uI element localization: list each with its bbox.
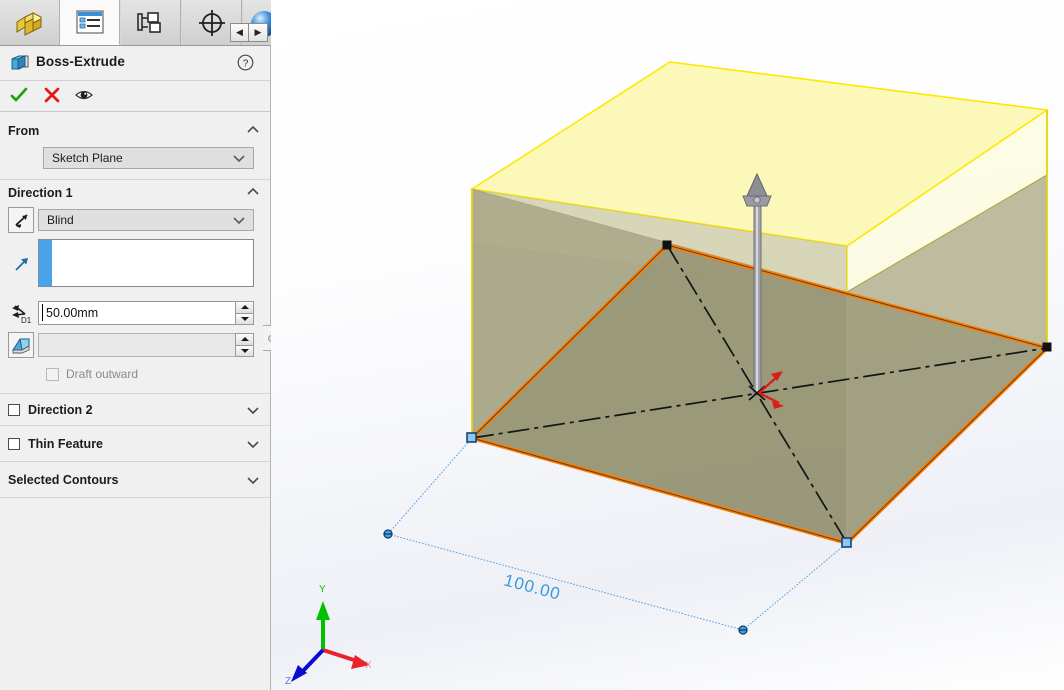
caret-up-icon [240, 337, 249, 342]
depth-stepper[interactable]: 50.00mm [38, 301, 254, 325]
dimension-extension-line-right [742, 542, 848, 631]
configuration-manager-tab[interactable] [121, 0, 181, 45]
draft-decrement-button[interactable] [235, 345, 254, 357]
draft-angle-input[interactable] [38, 333, 235, 357]
extrude-preview-scene: 100.00 Y X Z [285, 61, 1052, 687]
graphics-viewport[interactable]: 100.00 Y X Z [271, 0, 1064, 690]
checkmark-icon [10, 87, 28, 102]
draft-spin-buttons[interactable] [235, 333, 254, 357]
chevron-down-icon [232, 214, 246, 228]
property-manager-tab[interactable] [60, 0, 120, 45]
draft-angle-button[interactable] [8, 332, 34, 358]
draft-outward-checkbox[interactable] [46, 367, 59, 381]
caret-down-icon [240, 348, 249, 353]
svg-text:?: ? [243, 58, 249, 69]
svg-text:D1: D1 [21, 316, 32, 324]
yellow-part-icon [16, 11, 41, 36]
draft-increment-button[interactable] [235, 333, 254, 346]
depth-decrement-button[interactable] [235, 313, 254, 325]
triad-z-label: Z [285, 676, 291, 687]
direction1-depth-row: D1 50.00mm [0, 297, 270, 329]
text-cursor [42, 304, 43, 321]
triad-x-label: X [365, 660, 372, 671]
from-start-condition-row: Sketch Plane [0, 143, 270, 173]
solidworks-window: ◀ ▶ Boss-Extrude ? From Sketch Plane Dir… [0, 0, 1064, 690]
section-header-thin-feature[interactable]: Thin Feature [0, 425, 270, 461]
chevron-down-icon [246, 438, 260, 452]
direction1-vector-row [0, 235, 270, 297]
accept-button[interactable] [6, 83, 32, 107]
section-header-selected-contours[interactable]: Selected Contours [0, 461, 270, 497]
section-title-from: From [8, 123, 40, 138]
close-icon [44, 87, 60, 103]
end-condition-combo[interactable]: Blind [38, 209, 254, 231]
section-header-from[interactable]: From [0, 118, 270, 143]
extrude-handle-knob [753, 196, 761, 204]
cancel-button[interactable] [39, 83, 65, 107]
direction-vector-selection-box[interactable] [38, 239, 254, 287]
draft-angle-stepper[interactable] [38, 333, 254, 357]
section-title-direction1: Direction 1 [8, 185, 73, 200]
property-manager-panel: ◀ ▶ Boss-Extrude ? From Sketch Plane Dir… [0, 0, 283, 690]
reverse-direction-button[interactable] [8, 207, 34, 233]
dimension-value-label[interactable]: 100.00 [502, 571, 563, 604]
coordinate-triad: Y X Z [285, 584, 372, 687]
feature-header: Boss-Extrude ? [0, 46, 270, 81]
tab-scroll-prev-button[interactable]: ◀ [230, 23, 249, 42]
triad-y-label: Y [319, 584, 326, 595]
feature-action-bar [0, 81, 270, 112]
tab-scroll-nav: ◀ ▶ [230, 23, 268, 42]
caret-up-icon [240, 305, 249, 310]
dimension-line [387, 533, 744, 631]
feature-manager-tree-tab[interactable] [0, 0, 60, 45]
crosshair-target-icon [198, 9, 225, 36]
chevron-down-icon [232, 152, 246, 166]
property-list-icon [76, 10, 103, 34]
help-icon[interactable]: ? [237, 54, 254, 74]
depth-value: 50.00mm [46, 306, 99, 320]
depth-spin-buttons[interactable] [235, 301, 254, 325]
draft-outward-label: Draft outward [66, 367, 139, 381]
section-title-thin-feature: Thin Feature [28, 436, 104, 451]
direction1-draft-row [0, 329, 270, 361]
end-condition-value: Blind [47, 213, 74, 227]
draft-angle-icon [11, 338, 30, 353]
start-condition-combo[interactable]: Sketch Plane [43, 147, 254, 169]
preview-toggle-button[interactable] [71, 83, 97, 107]
chevron-up-icon [246, 186, 260, 200]
direction2-checkbox[interactable] [8, 403, 20, 416]
chevron-up-icon [246, 124, 260, 138]
thin-feature-checkbox[interactable] [8, 437, 20, 450]
depth-input[interactable]: 50.00mm [38, 301, 235, 325]
reverse-direction-arrow-icon [14, 213, 28, 228]
draft-outward-row[interactable]: Draft outward [0, 361, 270, 387]
eye-icon [75, 90, 93, 100]
dimension-extension-line-left [387, 437, 473, 535]
section-title-selected-contours: Selected Contours [8, 472, 119, 487]
selection-accent-bar [39, 240, 52, 286]
tab-scroll-next-button[interactable]: ▶ [249, 23, 268, 42]
manager-tab-strip: ◀ ▶ [0, 0, 283, 46]
section-header-direction1[interactable]: Direction 1 [0, 179, 270, 205]
chevron-down-icon [246, 474, 260, 488]
direction-vector-icon [8, 251, 34, 277]
section-title-direction2: Direction 2 [28, 402, 93, 417]
depth-increment-button[interactable] [235, 301, 254, 314]
page-title: Boss-Extrude [36, 54, 125, 69]
direction1-end-condition-row: Blind [0, 205, 270, 235]
configuration-tree-icon [136, 11, 161, 33]
boss-extrude-icon [10, 54, 30, 75]
extrude-handle-shaft-highlight [756, 200, 758, 394]
caret-down-icon [240, 316, 249, 321]
depth-d1-icon: D1 [8, 300, 34, 326]
divider [0, 497, 270, 498]
chevron-down-icon [246, 404, 260, 418]
start-condition-value: Sketch Plane [52, 151, 123, 165]
section-header-direction2[interactable]: Direction 2 [0, 394, 270, 425]
